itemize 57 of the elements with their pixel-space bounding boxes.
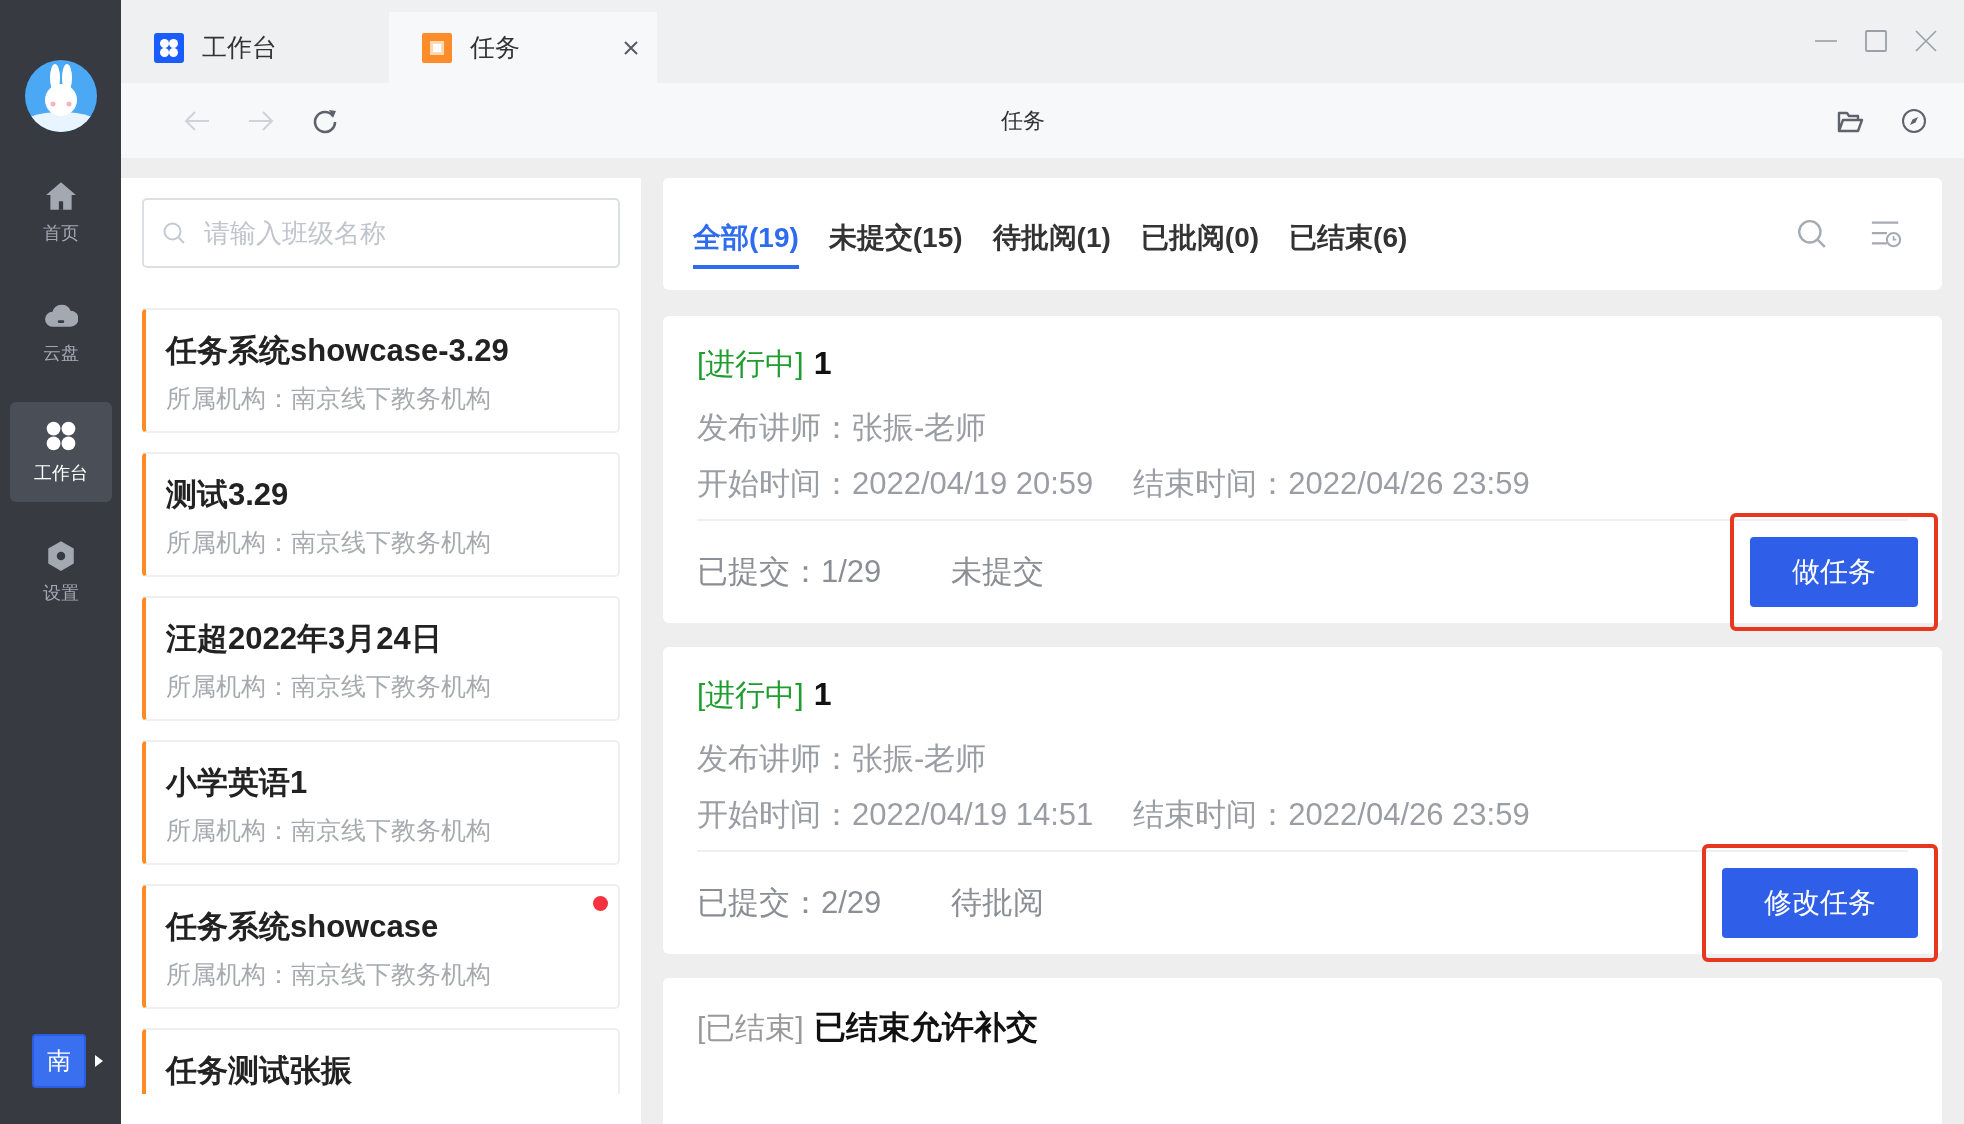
nav-item[interactable]: 设置 <box>9 522 112 622</box>
task-state: 未提交 <box>951 553 1045 591</box>
search-icon <box>162 221 186 245</box>
nav-item[interactable]: 首页 <box>9 162 112 262</box>
filter-tab[interactable]: 已批阅(0) <box>1140 211 1260 269</box>
four-dots-icon <box>154 32 184 63</box>
class-org: 所属机构：南京线下教务机构 <box>166 671 492 702</box>
task-status: [已结束] <box>697 1010 804 1046</box>
nav-item[interactable]: 工作台 <box>9 402 112 502</box>
submitted-count: 已提交：1/29 <box>697 553 882 591</box>
task-start-time: 开始时间：2022/04/19 14:51 <box>697 796 1094 834</box>
compass-icon[interactable] <box>1900 106 1928 135</box>
filter-tab[interactable]: 已结束(6) <box>1289 211 1408 269</box>
page-title: 任务 <box>999 106 1046 135</box>
expand-icon[interactable] <box>93 1054 104 1068</box>
task-action-button[interactable]: 做任务 <box>1750 537 1918 607</box>
class-name: 任务测试张振 <box>166 1052 353 1090</box>
tab[interactable]: 工作台 <box>121 12 389 83</box>
class-org: 所属机构：南京线下教务机构 <box>166 527 492 558</box>
close-icon[interactable] <box>623 39 639 56</box>
class-card[interactable]: 汪超2022年3月24日 所属机构：南京线下教务机构 <box>142 596 620 721</box>
task-teacher: 发布讲师：张振-老师 <box>697 409 988 447</box>
nav-item[interactable]: 云盘 <box>9 282 112 382</box>
filter-tab[interactable]: 未提交(15) <box>828 211 963 269</box>
class-org: 所属机构：南京线下教务机构 <box>166 959 492 990</box>
task-state: 待批阅 <box>951 884 1045 922</box>
search-icon[interactable] <box>1796 218 1828 250</box>
class-card[interactable]: 测试3.29 所属机构：南京线下教务机构 <box>142 452 620 577</box>
task-title: 1 <box>813 345 832 382</box>
class-name: 测试3.29 <box>166 476 290 514</box>
task-status: [进行中] <box>697 346 804 382</box>
task-start-time: 开始时间：2022/04/19 20:59 <box>697 465 1094 503</box>
class-name: 任务系统showcase-3.29 <box>166 332 510 370</box>
task-end-time: 结束时间：2022/04/26 23:59 <box>1133 796 1530 834</box>
class-org: 所属机构：南京线下教务机构 <box>166 815 492 846</box>
class-card[interactable]: 小学英语1 所属机构：南京线下教务机构 <box>142 740 620 865</box>
task-teacher: 发布讲师：张振-老师 <box>697 740 988 778</box>
task-action-button[interactable]: 修改任务 <box>1722 868 1918 938</box>
class-name: 汪超2022年3月24日 <box>166 620 443 658</box>
org-badge[interactable]: 南 <box>31 1034 86 1088</box>
filter-tab[interactable]: 全部(19) <box>693 211 799 269</box>
class-org: 所属机构：南京线下教务机构 <box>166 383 492 414</box>
class-card[interactable]: 任务测试张振 <box>142 1028 620 1094</box>
maximize-icon[interactable] <box>1864 29 1888 53</box>
square-icon <box>422 32 452 63</box>
task-title: 1 <box>813 676 832 713</box>
tab[interactable]: 任务 <box>389 12 657 83</box>
class-card[interactable]: 任务系统showcase 所属机构：南京线下教务机构 <box>142 884 620 1009</box>
filter-tab[interactable]: 待批阅(1) <box>992 211 1111 269</box>
task-status: [进行中] <box>697 677 804 713</box>
task-title: 已结束允许补交 <box>813 1008 1038 1047</box>
class-name: 小学英语1 <box>166 764 309 802</box>
class-card[interactable]: 任务系统showcase-3.29 所属机构：南京线下教务机构 <box>142 308 620 433</box>
task-end-time: 结束时间：2022/04/26 23:59 <box>1133 465 1530 503</box>
class-name: 任务系统showcase <box>166 908 440 946</box>
search-field[interactable]: 请输入班级名称 <box>142 198 620 268</box>
submitted-count: 已提交：2/29 <box>697 884 882 922</box>
